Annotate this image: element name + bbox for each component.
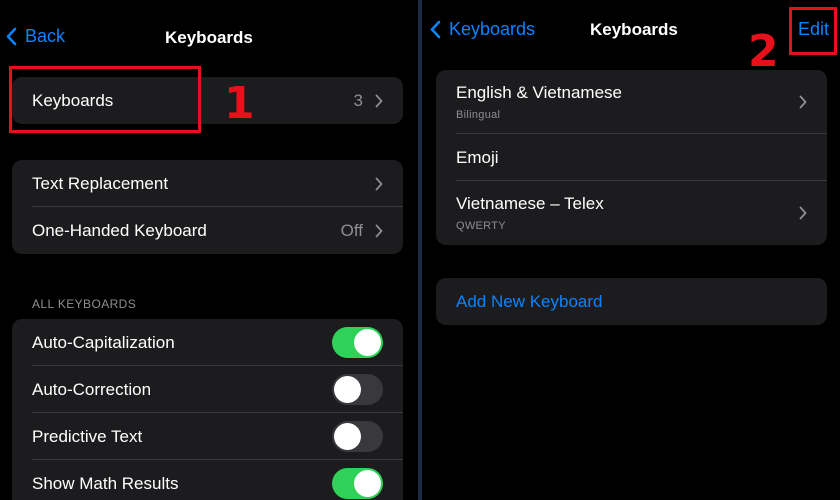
keyboard-name: English & Vietnamese (456, 83, 623, 102)
chevron-right-icon (375, 177, 383, 190)
step-1-marker: 1 (224, 78, 255, 129)
all-keyboards-group: Auto-Capitalization Auto-Correction Pred… (12, 319, 403, 500)
predictive-text-label: Predictive Text (32, 426, 143, 446)
text-replacement-row[interactable]: Text Replacement (12, 160, 403, 207)
back-button[interactable]: Back (6, 26, 65, 47)
auto-capitalization-label: Auto-Capitalization (32, 332, 175, 352)
auto-capitalization-toggle[interactable] (332, 327, 383, 358)
all-keyboards-section-header: ALL KEYBOARDS (32, 297, 137, 311)
add-keyboard-group: Add New Keyboard (436, 278, 827, 325)
keyboard-item-text: English & Vietnamese Bilingual (456, 83, 622, 121)
keyboards-count: 3 (353, 90, 363, 110)
keyboard-subtitle: QWERTY (456, 220, 506, 232)
show-math-results-toggle[interactable] (332, 468, 383, 499)
one-handed-keyboard-label: One-Handed Keyboard (32, 220, 207, 240)
chevron-left-icon (430, 20, 441, 39)
add-new-keyboard-label: Add New Keyboard (456, 291, 603, 311)
keyboard-settings-panel: Back Keyboards Keyboards 3 Text Replacem… (0, 0, 418, 500)
highlight-box-edit (789, 7, 837, 55)
chevron-right-icon (799, 206, 807, 220)
text-replacement-label: Text Replacement (32, 173, 169, 193)
one-handed-keyboard-value: Off (340, 220, 363, 240)
show-math-results-label: Show Math Results (32, 473, 179, 493)
toggle-knob (354, 470, 381, 497)
keyboard-item[interactable]: English & Vietnamese Bilingual (436, 70, 827, 134)
step-2-marker: 2 (748, 26, 779, 77)
page-title: Keyboards (590, 20, 678, 39)
auto-correction-label: Auto-Correction (32, 379, 152, 399)
toggle-knob (334, 376, 361, 403)
auto-correction-row: Auto-Correction (12, 366, 403, 413)
add-new-keyboard-button[interactable]: Add New Keyboard (436, 278, 827, 325)
chevron-right-icon (375, 224, 383, 237)
toggle-knob (334, 423, 361, 450)
keyboard-item-text: Vietnamese – Telex QWERTY (456, 194, 604, 232)
navigation-bar: Back Keyboards (0, 0, 418, 70)
keyboard-subtitle: Bilingual (456, 109, 501, 121)
back-label: Keyboards (449, 19, 536, 39)
auto-correction-toggle[interactable] (332, 374, 383, 405)
keyboard-name: Emoji (456, 147, 499, 167)
chevron-right-icon (375, 94, 383, 107)
chevron-right-icon (799, 95, 807, 109)
predictive-text-toggle[interactable] (332, 421, 383, 452)
chevron-left-icon (6, 27, 17, 46)
highlight-box-keyboards (9, 66, 201, 133)
keyboard-options-group: Text Replacement One-Handed Keyboard Off (12, 160, 403, 254)
keyboard-item[interactable]: Vietnamese – Telex QWERTY (436, 181, 827, 245)
keyboards-list-panel: Keyboards Keyboards Edit English & Vietn… (422, 0, 840, 500)
predictive-text-row: Predictive Text (12, 413, 403, 460)
keyboard-name: Vietnamese – Telex (456, 194, 604, 213)
keyboard-item[interactable]: Emoji (436, 134, 827, 181)
keyboards-list: English & Vietnamese Bilingual Emoji Vie… (436, 70, 827, 245)
toggle-knob (354, 329, 381, 356)
one-handed-keyboard-row[interactable]: One-Handed Keyboard Off (12, 207, 403, 254)
back-button[interactable]: Keyboards (430, 19, 535, 40)
auto-capitalization-row: Auto-Capitalization (12, 319, 403, 366)
back-label: Back (25, 26, 66, 46)
show-math-results-row: Show Math Results (12, 460, 403, 500)
page-title: Keyboards (165, 28, 253, 47)
